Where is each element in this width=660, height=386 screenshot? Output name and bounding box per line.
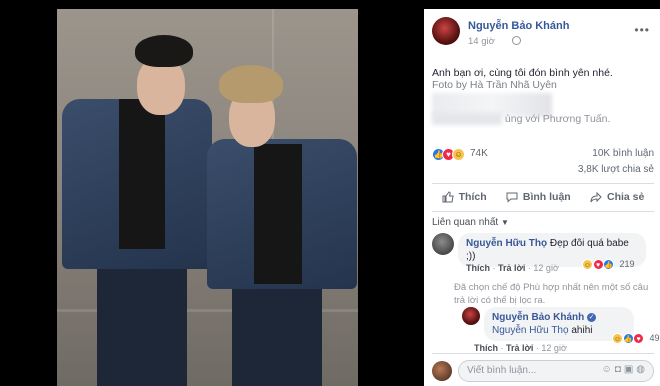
reply-author-avatar[interactable] <box>462 307 480 325</box>
comment-button[interactable]: Bình luận <box>506 191 571 203</box>
caret-down-icon: ▼ <box>500 218 509 227</box>
sticker-icon[interactable]: ◍ <box>636 364 648 375</box>
comment-composer: Viết bình luận... ☺◘▣◍ <box>432 359 654 383</box>
reply-text: ahihi <box>571 325 593 336</box>
reply-reply-link[interactable]: Trả lời <box>506 343 533 353</box>
gif-icon[interactable]: ▣ <box>624 364 636 375</box>
reply-mention[interactable]: Nguyễn Hữu Thọ <box>492 325 569 336</box>
comment-sort-dropdown[interactable]: Liên quan nhất ▼ <box>432 217 509 228</box>
comment-sort-label: Liên quan nhất <box>432 217 499 228</box>
reply-reactions[interactable]: ☺ 👍 ♥ 491 <box>612 333 660 346</box>
haha-reaction-icon: ☺ <box>452 148 465 161</box>
reply-like-link[interactable]: Thích <box>474 343 498 353</box>
post-time[interactable]: 14 giờ <box>468 36 495 47</box>
blurred-text <box>432 113 502 126</box>
reply-time[interactable]: 12 giờ <box>541 343 566 353</box>
post-photo[interactable] <box>57 9 358 386</box>
author-avatar[interactable] <box>432 17 460 45</box>
haha-reaction-icon: ☺ <box>612 333 623 345</box>
comment-item: Nguyễn Hữu Thọ Đẹp đôi quá babe ;)) ☺ ♥ … <box>432 233 654 277</box>
post-panel: Nguyễn Bảo Khánh 14 giờ ••• Anh bạn ơi, … <box>424 9 660 386</box>
divider <box>432 183 654 184</box>
camera-icon[interactable]: ◘ <box>615 364 624 375</box>
globe-icon <box>512 36 521 45</box>
love-reaction-icon: ♥ <box>592 259 604 271</box>
composer-icons: ☺◘▣◍ <box>602 364 648 375</box>
commenter-avatar[interactable] <box>432 233 454 255</box>
like-reaction-icon: 👍 <box>603 259 615 271</box>
author-name[interactable]: Nguyễn Bảo Khánh <box>468 20 569 32</box>
thumbs-up-icon <box>442 191 454 203</box>
emoji-icon[interactable]: ☺ <box>602 364 615 375</box>
comment-reply-link[interactable]: Trả lời <box>498 263 525 273</box>
photo-viewer <box>0 0 424 386</box>
comment-label: Bình luận <box>522 191 571 203</box>
reply-meta: Thích · Trả lời · 12 giờ <box>474 343 567 353</box>
reply-author-name[interactable]: Nguyễn Bảo Khánh <box>492 312 584 323</box>
tagged-person-link[interactable]: Phương Tuấn. <box>543 113 611 125</box>
share-icon <box>590 191 602 203</box>
action-bar: Thích Bình luận Chia sẻ <box>432 185 654 209</box>
post-stats: 👍 ♥ ☺ 74K 10K bình luận 3,8K lượt chia s… <box>432 144 654 184</box>
photo-credit: Foto by Hà Trần Nhã Uyên <box>432 79 557 91</box>
like-button[interactable]: Thích <box>442 191 487 203</box>
comment-like-link[interactable]: Thích <box>466 263 490 273</box>
divider <box>432 353 654 354</box>
reply-item: Nguyễn Bảo Khánh ✓ Nguyễn Hữu Thọ ahihi … <box>462 307 660 353</box>
filter-notice: Đã chọn chế độ Phù hợp nhất nên một số c… <box>454 282 649 306</box>
haha-reaction-icon: ☺ <box>582 259 593 271</box>
share-label: Chia sẻ <box>607 191 645 203</box>
comment-icon <box>506 192 518 203</box>
like-reaction-icon: 👍 <box>622 333 634 345</box>
share-button[interactable]: Chia sẻ <box>590 191 644 203</box>
comment-meta: Thích · Trả lời · 12 giờ <box>466 263 559 273</box>
reaction-count[interactable]: 74K <box>470 148 488 159</box>
divider <box>432 211 654 212</box>
post-caption: Anh bạn ơi, cùng tôi đón bình yên nhé. <box>432 67 613 79</box>
tag-suffix: ùng với <box>504 113 540 125</box>
viewer-avatar <box>432 361 452 381</box>
shares-count[interactable]: 3,8K lượt chia sẻ <box>578 164 654 175</box>
more-options-icon[interactable]: ••• <box>634 23 650 37</box>
comments-count[interactable]: 10K bình luận <box>592 148 654 159</box>
comment-reactions[interactable]: ☺ ♥ 👍 219 <box>582 259 635 272</box>
love-reaction-icon: ♥ <box>633 333 645 345</box>
like-label: Thích <box>458 191 487 203</box>
tag-line: ùng với Phương Tuấn. <box>432 113 611 126</box>
reply-reaction-count: 491 <box>649 333 660 343</box>
comment-time[interactable]: 12 giờ <box>533 263 558 273</box>
comment-reaction-count: 219 <box>619 259 635 269</box>
post-header: Nguyễn Bảo Khánh 14 giờ ••• <box>432 17 660 57</box>
commenter-name[interactable]: Nguyễn Hữu Thọ <box>466 238 547 249</box>
verified-badge-icon: ✓ <box>587 312 597 322</box>
